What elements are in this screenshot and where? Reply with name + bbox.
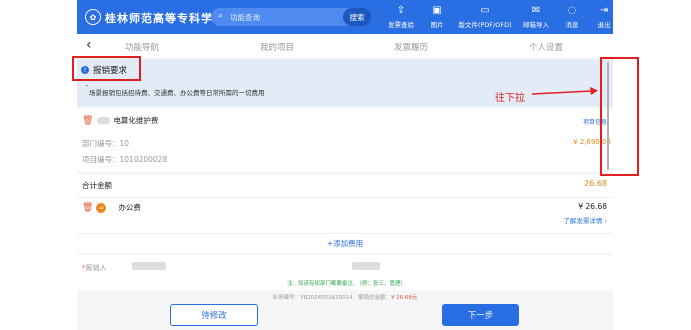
fee-row: 🗑 ☕ 办公费: [82, 202, 141, 213]
project-card: 🗑 电算化维护费 项目信息 部门编号：10 ¥ 2,690.00 项目编号：10…: [77, 109, 613, 171]
modify-button[interactable]: 待修改: [170, 304, 258, 326]
tab-invoice-history[interactable]: 发票履历: [394, 41, 428, 53]
tab-personal-settings[interactable]: 个人设置: [529, 41, 563, 53]
exit-icon: ⇥: [599, 5, 609, 16]
tool-exit[interactable]: ⇥ 退出: [588, 4, 613, 29]
notice-text: 场景报销包括招待费、交通费、办公费等日常所需的一切费用: [89, 89, 265, 97]
tool-label: 退出: [597, 21, 611, 29]
blurred-avatar: [97, 117, 111, 124]
invoice-detail-link[interactable]: 了解发票详情 ›: [563, 215, 607, 225]
total-value: 26.68: [584, 179, 607, 188]
chat-icon: ◌: [567, 5, 577, 16]
top-bar: ✿ 桂林师范高等专科学校 ⌕ 功能查询 搜索 ⇪ 发票查验 ▣ 图片 ▭ 版文件(PDF/…: [77, 0, 613, 34]
tab-my-projects[interactable]: 我的项目: [260, 41, 294, 53]
tool-label: 图片: [430, 21, 444, 29]
fee-value: ¥ 26.68: [578, 202, 607, 211]
upload-icon: ⇪: [396, 5, 406, 16]
app-frame: ✿ 桂林师范高等专科学校 ⌕ 功能查询 搜索 ⇪ 发票查验 ▣ 图片 ▭ 版文件(PDF/…: [77, 0, 613, 330]
toolbar: ⇪ 发票查验 ▣ 图片 ▭ 版文件(PDF/OFD) ✉ 邮箱导入 ◌ 消息 ⇥ 退出: [382, 4, 613, 29]
back-arrow-icon[interactable]: ‹: [86, 37, 92, 53]
cup-icon: ☕: [96, 202, 107, 213]
trash-icon[interactable]: 🗑: [82, 203, 93, 213]
footer-info: 业务编号：YB2024051610014 报销总金额：¥ 26.68元: [77, 293, 613, 301]
blurred-value: [132, 262, 166, 270]
mail-icon: ✉: [531, 5, 541, 16]
search-button[interactable]: 搜索: [343, 8, 371, 26]
tool-label: 邮箱导入: [523, 21, 549, 29]
project-code: 项目编号：1010200028: [82, 155, 168, 164]
total-amount-value: ¥ 26.68元: [390, 295, 418, 301]
bullet-icon: •: [85, 83, 89, 90]
tool-chat[interactable]: ◌ 消息: [556, 4, 588, 29]
totals-card: 合计金额 26.68 🗑 ☕ 办公费 ¥ 26.68 了解发票详情 ›: [77, 175, 613, 233]
trash-icon[interactable]: 🗑: [82, 116, 93, 126]
tool-label: 版文件(PDF/OFD): [458, 21, 512, 29]
applicant-label: *报销人: [82, 264, 107, 272]
project-name-row: 🗑 电算化维护费: [82, 115, 158, 126]
annotation-box-notice: [72, 56, 141, 81]
nav-bar: ‹ 功能导航 我的项目 发票履历 个人设置: [77, 34, 613, 58]
folder-icon: ▭: [480, 5, 490, 16]
divider: [77, 197, 613, 198]
tool-label: 发票查验: [388, 21, 414, 29]
tool-upload[interactable]: ⇪ 发票查验: [382, 4, 420, 29]
project-name: 电算化维护费: [113, 116, 159, 125]
total-label: 合计金额: [82, 181, 112, 190]
next-button[interactable]: 下一步: [442, 304, 519, 326]
dept-number: 部门编号：10: [82, 139, 130, 148]
tool-label: 消息: [565, 21, 579, 29]
tool-folder[interactable]: ▭ 版文件(PDF/OFD): [454, 4, 516, 29]
serial-number: 业务编号：YB2024051610014: [272, 295, 353, 301]
tool-mail[interactable]: ✉ 邮箱导入: [516, 4, 556, 29]
school-logo-icon: ✿: [85, 9, 101, 25]
blurred-value: [352, 262, 380, 270]
image-icon: ▣: [432, 5, 442, 16]
annotation-label: 往下拉: [495, 93, 525, 104]
search-icon: ⌕: [218, 11, 224, 21]
search-placeholder[interactable]: 功能查询: [230, 12, 260, 23]
add-fee-button[interactable]: +添加费用: [77, 233, 613, 253]
total-amount-label: 报销总金额：: [357, 295, 391, 301]
annotation-box-scrollbar: [600, 57, 639, 176]
applicant-hint: 注：如该有权部门都要备注, （例：张三，管理）: [287, 281, 406, 287]
applicant-card: *报销人 注：如该有权部门都要备注, （例：张三，管理）: [77, 255, 613, 290]
tab-function-nav[interactable]: 功能导航: [125, 41, 159, 53]
fee-name: 办公费: [118, 203, 141, 212]
school-name: 桂林师范高等专科学校: [105, 12, 225, 25]
annotation-arrow-icon: [532, 87, 598, 95]
tool-image[interactable]: ▣ 图片: [420, 4, 454, 29]
